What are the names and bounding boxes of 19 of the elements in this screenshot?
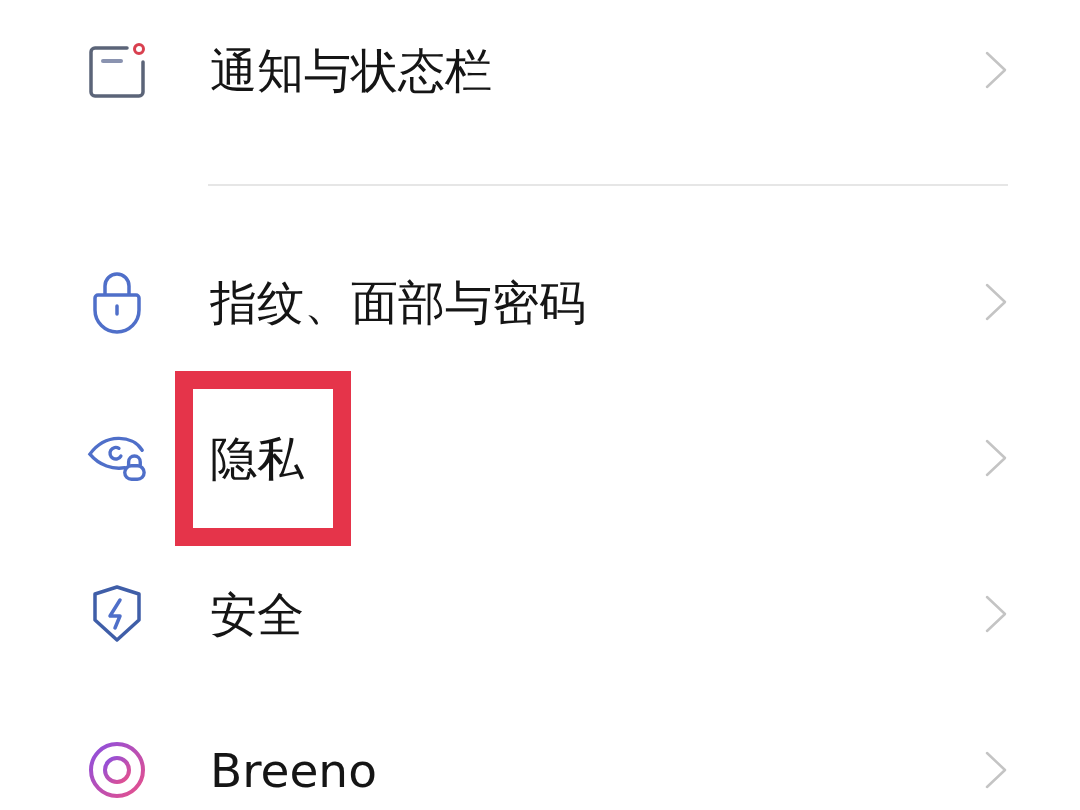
settings-row[interactable]: 指纹、面部与密码 [0, 224, 1080, 380]
chevron-right-icon [984, 750, 1008, 790]
settings-row[interactable]: 安全 [0, 536, 1080, 692]
padlock-icon [91, 270, 143, 334]
setting-label: Breeno [210, 746, 377, 794]
setting-label: 通知与状态栏 [210, 46, 492, 94]
settings-row[interactable]: 隐私 [0, 380, 1080, 536]
settings-row[interactable]: Breeno [0, 692, 1080, 810]
chevron-right-icon [984, 282, 1008, 322]
chevron-right-icon [984, 50, 1008, 90]
chevron-right-icon [984, 594, 1008, 634]
notification-card-icon [87, 40, 147, 100]
shield-bolt-icon [91, 584, 143, 644]
ring-icon [87, 740, 147, 800]
chevron-right-icon [984, 438, 1008, 478]
setting-label: 指纹、面部与密码 [210, 278, 586, 326]
setting-label: 隐私 [210, 434, 304, 482]
setting-label: 安全 [210, 590, 304, 638]
settings-row[interactable]: 通知与状态栏 [0, 0, 1080, 140]
